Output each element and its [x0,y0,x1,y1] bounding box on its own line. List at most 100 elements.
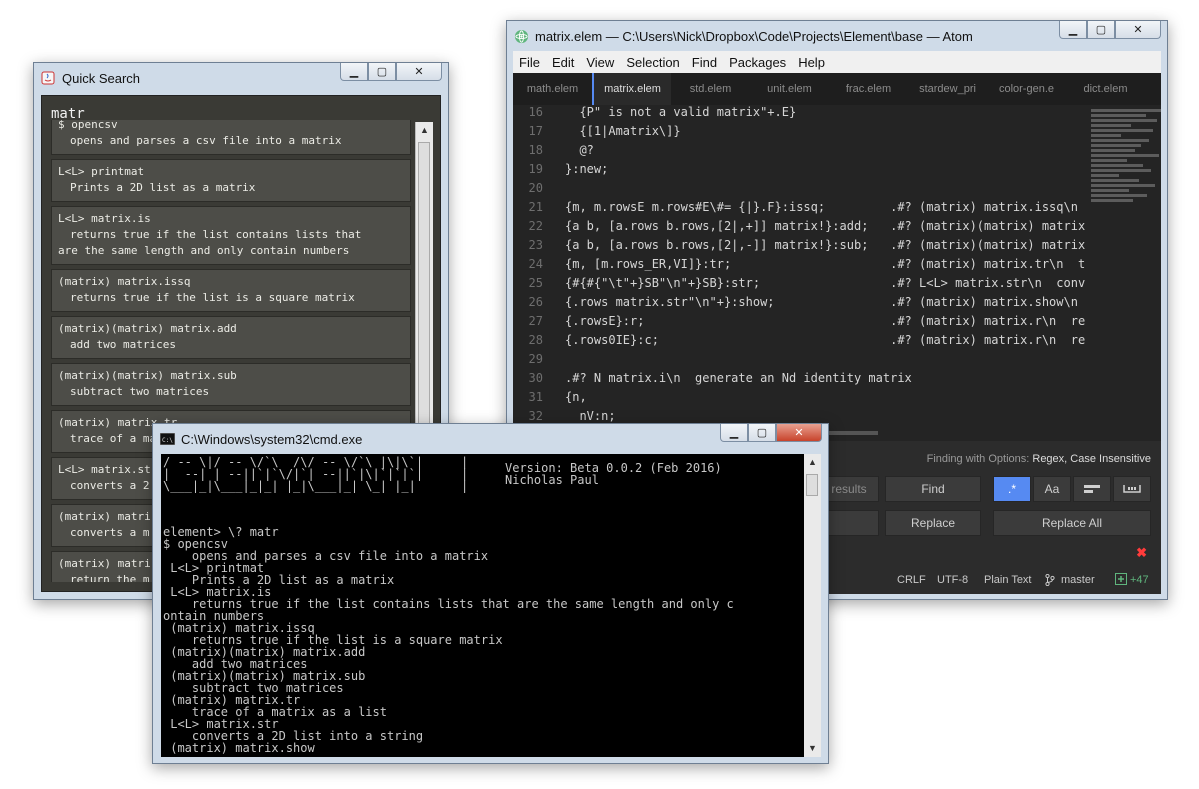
encoding-status[interactable]: UTF-8 [937,574,968,586]
line-text: {.rows matrix.str"\n"+}:show; .#? (matri… [565,295,1078,309]
result-signature: (matrix) matrix.issq [58,275,191,288]
code-line: 22 {a b, [a.rows b.rows,[2|,+]] matrix!}:… [513,217,1085,236]
line-number: 17 [528,124,543,138]
ascii-logo: / -- \|/ -- \/`\ /\/ -- \/`\ |\|\`| | --… [163,455,424,493]
atom-logo-icon [513,28,529,44]
tab-std-elem[interactable]: std.elem [671,73,750,105]
line-number: 30 [528,371,543,385]
close-button[interactable]: ✕ [1115,21,1161,39]
menu-item-help[interactable]: Help [792,55,831,70]
version-banner: | | | [461,455,469,493]
caption-buttons: ▁ ▢ ✕ [720,424,822,442]
result-description: returns true if the list is a square mat… [70,291,355,304]
version-info: Version: Beta 0.0.2 (Feb 2016) Nicholas … [505,462,722,486]
menu-item-edit[interactable]: Edit [546,55,580,70]
code-line: 23 {a b, [a.rows b.rows,[2|,-]] matrix!}:… [513,236,1085,255]
line-number: 31 [528,390,543,404]
branch-status[interactable]: master [1061,574,1095,586]
search-result-item[interactable]: L<L> printmat Prints a 2D list as a matri… [51,159,411,202]
minimize-button[interactable]: ▁ [340,63,368,81]
console-scrollbar[interactable]: ▲ ▼ [804,454,821,757]
whole-word-toggle[interactable] [1113,476,1151,502]
code-line: 27 {.rowsE}:r; .#? (matrix) matrix.r\n re… [513,312,1085,331]
line-text: .#? N matrix.i\n generate an Nd identity… [565,371,912,385]
close-panel-icon[interactable]: ✖ [1136,545,1147,561]
result-description: add two matrices [70,338,176,351]
menu-item-selection[interactable]: Selection [620,55,685,70]
code-view[interactable]: 16 {P" is not a valid matrix"+.E} 17 {[1|… [513,103,1085,441]
minimap-row [1091,154,1159,157]
maximize-button[interactable]: ▢ [1087,21,1115,39]
tab-matrix-elem[interactable]: matrix.elem [592,73,671,105]
close-button[interactable]: ✕ [396,63,442,81]
maximize-button[interactable]: ▢ [748,424,776,442]
window-title: Quick Search [62,70,141,86]
tab-frac-elem[interactable]: frac.elem [829,73,908,105]
grammar-status[interactable]: Plain Text [984,574,1032,586]
line-number: 25 [528,276,543,290]
replace-button[interactable]: Replace [885,510,981,536]
minimize-button[interactable]: ▁ [1059,21,1087,39]
line-text: {.rows0IE}:c; .#? (matrix) matrix.r\n re… [565,333,1085,347]
replace-all-button[interactable]: Replace All [993,510,1151,536]
line-ending-status[interactable]: CRLF [897,574,926,586]
caption-buttons: ▁ ▢ ✕ [1059,21,1161,39]
line-number: 24 [528,257,543,271]
code-line: 28 {.rows0IE}:c; .#? (matrix) matrix.r\n … [513,331,1085,350]
minimize-button[interactable]: ▁ [720,424,748,442]
maximize-button[interactable]: ▢ [368,63,396,81]
editor-area: math.elem matrix.elem std.elem unit.elem fra… [513,73,1161,441]
line-number: 21 [528,200,543,214]
close-button[interactable]: ✕ [776,424,822,442]
regex-toggle[interactable]: .* [993,476,1031,502]
menu-item-view[interactable]: View [580,55,620,70]
result-signature: $ opencsv [58,120,118,131]
minimap-row [1091,124,1131,127]
line-number: 26 [528,295,543,309]
tab-math-elem[interactable]: math.elem [513,73,592,105]
search-result-item[interactable]: $ opencsv opens and parses a csv file int… [51,120,411,155]
console-output[interactable]: / -- \|/ -- \/`\ /\/ -- \/`\ |\|\`| | --… [161,454,804,757]
line-text: {.rowsE}:r; .#? (matrix) matrix.r\n ret [565,314,1085,328]
minimap-row [1091,149,1135,152]
selection-only-toggle[interactable] [1073,476,1111,502]
minimap-row [1091,144,1141,147]
line-number: 16 [528,105,543,119]
result-signature: (matrix)(matrix) matrix.add [58,322,237,335]
result-description: Prints a 2D list as a matrix [70,181,256,194]
line-text: {m, m.rowsE m.rows#E\#= {|}.F}:issq; .#?… [565,200,1078,214]
search-result-item[interactable]: (matrix)(matrix) matrix.add add two matri… [51,316,411,359]
line-number: 20 [528,181,543,195]
minimap-row [1091,139,1149,142]
scroll-down-icon[interactable]: ▼ [804,740,821,757]
code-line: 20 [513,179,1085,198]
scroll-up-icon[interactable]: ▲ [416,122,433,139]
case-sensitive-toggle[interactable]: Aa [1033,476,1071,502]
caption-buttons: ▁ ▢ ✕ [340,63,442,81]
line-text: @? [565,143,594,157]
tab-unit-elem[interactable]: unit.elem [750,73,829,105]
menu-item-packages[interactable]: Packages [723,55,792,70]
find-options-label: Finding with Options: Regex, Case Insens… [926,453,1151,465]
tab-stardew-pri[interactable]: stardew_pri [908,73,987,105]
minimap-row [1091,184,1155,187]
line-text: }:new; [565,162,609,176]
whole-word-icon [1123,485,1141,493]
menu-item-file[interactable]: File [513,55,546,70]
tab-dict-elem[interactable]: dict.elem [1066,73,1145,105]
scroll-thumb[interactable] [806,474,818,496]
search-result-item[interactable]: (matrix)(matrix) matrix.sub subtract two … [51,363,411,406]
minimap-row [1091,169,1151,172]
window-title: matrix.elem — C:\Users\Nick\Dropbox\Code… [535,28,973,44]
line-number: 19 [528,162,543,176]
minimap-row [1091,109,1161,112]
code-line: 16 {P" is not a valid matrix"+.E} [513,103,1085,122]
search-result-item[interactable]: (matrix) matrix.issq returns true if the … [51,269,411,312]
diff-count[interactable]: +47 [1130,574,1149,586]
scroll-up-icon[interactable]: ▲ [804,454,821,471]
menu-item-find[interactable]: Find [686,55,723,70]
search-result-item[interactable]: L<L> matrix.is returns true if the list c… [51,206,411,265]
minimap[interactable] [1091,109,1161,219]
tab-color-gen-e[interactable]: color-gen.e [987,73,1066,105]
find-button[interactable]: Find [885,476,981,502]
